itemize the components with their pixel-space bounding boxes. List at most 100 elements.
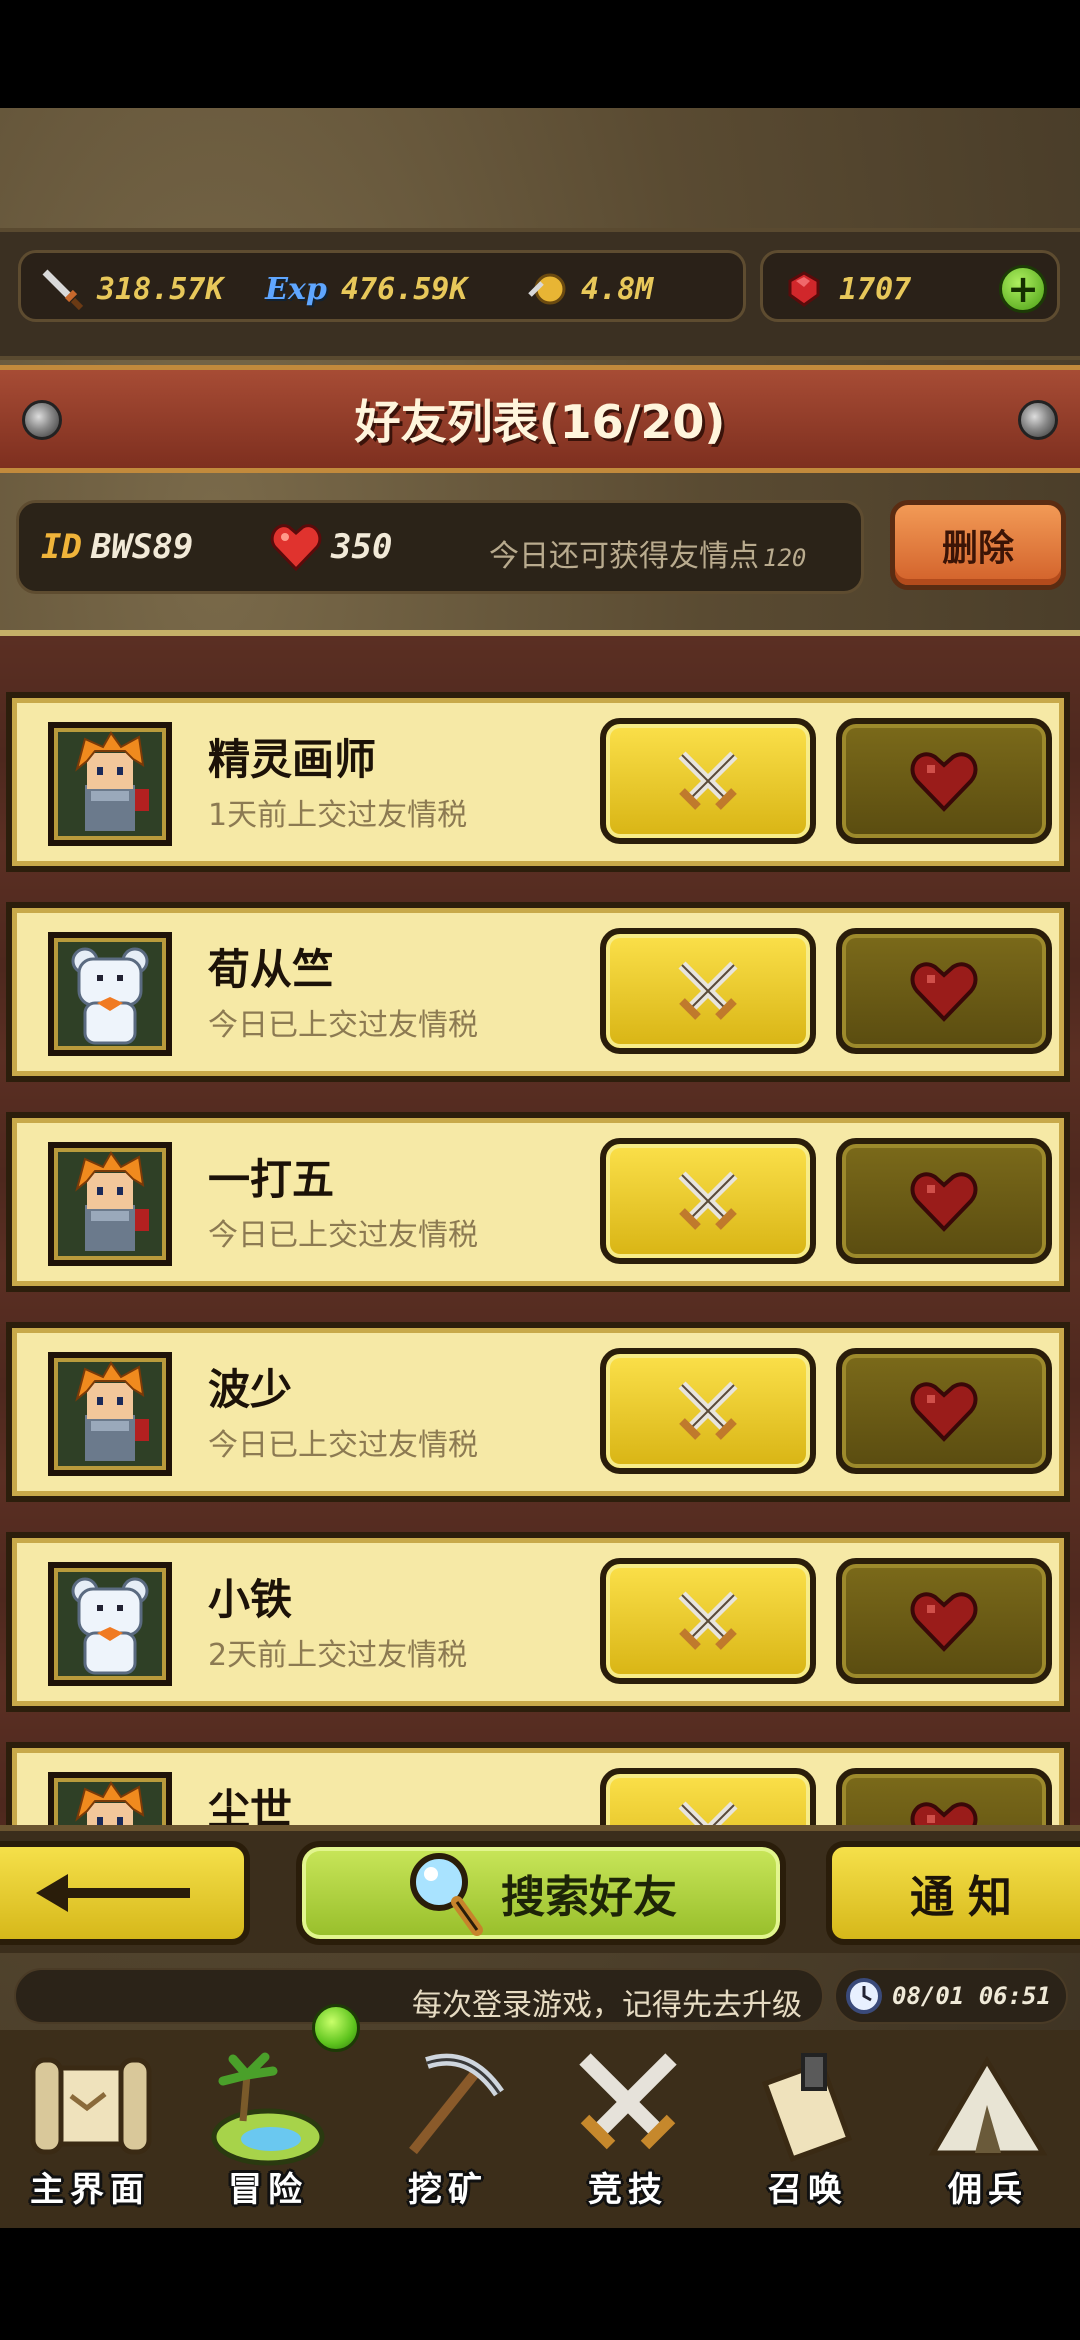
attack-resource: 318.57K <box>37 253 223 325</box>
friendship-points-remaining: 今日还可获得友情点 120 <box>489 531 806 575</box>
battle-button[interactable] <box>600 1138 816 1264</box>
heart-icon <box>269 521 323 577</box>
bear-avatar-icon[interactable] <box>48 932 172 1056</box>
friend-name: 小铁 <box>208 1575 293 1624</box>
friend-row[interactable]: 小铁 2天前上交过友情税 <box>6 1532 1070 1712</box>
friend-row[interactable]: 荀从竺今日已上交过友情税 <box>6 902 1070 1082</box>
crossed-swords-icon <box>678 1171 738 1230</box>
nav-item[interactable]: 冒险 <box>178 2030 358 2228</box>
search-friends-button[interactable]: 搜索好友 <box>296 1841 786 1945</box>
nav-label: 挖矿 <box>408 2170 488 2210</box>
island-icon <box>198 2036 338 2176</box>
gold-value: 4.8M <box>581 271 654 307</box>
crossed-swords-icon <box>678 1381 738 1440</box>
notify-button[interactable]: 通知 <box>826 1841 1080 1945</box>
friend-row[interactable]: 波少今日已上交过友情税 <box>6 1322 1070 1502</box>
nav-label: 佣兵 <box>948 2170 1028 2210</box>
crossed-swords-icon <box>678 751 738 810</box>
gem-resource: 1707 <box>779 253 911 325</box>
resource-bar: 318.57K Exp 476.59K 4.8M 1707 + <box>0 228 1080 360</box>
knight-avatar-icon[interactable] <box>48 722 172 846</box>
rivet-icon <box>1018 400 1058 440</box>
friend-status: 2天前上交过友情税 <box>208 1638 468 1673</box>
exp-icon: Exp <box>261 264 331 314</box>
nav-item[interactable]: 挖矿 <box>358 2030 538 2228</box>
heart-icon <box>910 962 978 1022</box>
crossed-swords-icon <box>678 961 738 1020</box>
exp-icon-label: Exp <box>265 271 327 307</box>
battle-button[interactable] <box>600 1768 816 1830</box>
send-heart-button[interactable] <box>836 1768 1052 1830</box>
bear-avatar-icon[interactable] <box>48 1562 172 1686</box>
send-heart-button[interactable] <box>836 1348 1052 1474</box>
pickaxe-icon <box>378 2036 518 2176</box>
action-bar: 搜索好友 通知 <box>0 1825 1080 1953</box>
back-button[interactable] <box>0 1841 250 1945</box>
attack-value: 318.57K <box>97 271 224 307</box>
friend-list[interactable]: 精灵画师 1天前上交过友情税 荀从竺 今日已上交过友情税 一打五 今日已上交过友情税 波少今… <box>0 630 1080 1830</box>
nav-label: 召唤 <box>768 2170 848 2210</box>
gold-resource: 4.8M <box>521 253 653 325</box>
ruby-gem-icon <box>779 264 829 314</box>
nav-label: 主界面 <box>30 2170 150 2210</box>
player-id: BWS89 <box>91 527 194 567</box>
send-heart-button[interactable] <box>836 718 1052 844</box>
battle-button[interactable] <box>600 718 816 844</box>
player-info-bar: ID BWS89 350 今日还可获得友情点 120 <box>16 500 864 594</box>
send-heart-button[interactable] <box>836 1558 1052 1684</box>
friend-status: 今日已上交过友情税 <box>208 1218 478 1253</box>
clock-text: 08/01 06:51 <box>892 1982 1051 2010</box>
friend-status: 今日已上交过友情税 <box>208 1428 478 1463</box>
heart-icon <box>910 1592 978 1652</box>
clock-icon <box>846 1978 882 2014</box>
resource-pill: 318.57K Exp 476.59K 4.8M <box>18 250 746 322</box>
battle-button[interactable] <box>600 928 816 1054</box>
knight-avatar-icon[interactable] <box>48 1142 172 1266</box>
friend-row[interactable]: 尘世 <box>6 1742 1070 1830</box>
new-badge-icon <box>312 2004 360 2052</box>
title-banner: 好友列表(16/20) <box>0 365 1080 473</box>
battle-button[interactable] <box>600 1558 816 1684</box>
friendship-points-value: 120 <box>763 544 807 572</box>
scroll-map-icon <box>20 2036 160 2176</box>
knight-avatar-icon[interactable] <box>48 1772 172 1830</box>
friend-status: 1天前上交过友情税 <box>208 798 468 833</box>
id-label: ID <box>41 527 82 567</box>
nav-item[interactable]: 召唤 <box>718 2030 898 2228</box>
friend-row[interactable]: 精灵画师 1天前上交过友情税 <box>6 692 1070 872</box>
friend-name: 尘世 <box>208 1785 293 1830</box>
nav-label: 竞技 <box>588 2170 668 2210</box>
heart-icon <box>910 752 978 812</box>
battle-button[interactable] <box>600 1348 816 1474</box>
gold-coin-icon <box>521 264 571 314</box>
friend-name: 波少 <box>208 1365 293 1414</box>
delete-button[interactable]: 删除 <box>890 500 1066 590</box>
crossed-swords-icon <box>678 1591 738 1650</box>
friend-row[interactable]: 一打五 今日已上交过友情税 <box>6 1112 1070 1292</box>
gem-pill: 1707 + <box>760 250 1060 322</box>
magnifier-icon <box>410 1853 483 1936</box>
tent-icon <box>918 2036 1058 2176</box>
nav-item[interactable]: 佣兵 <box>898 2030 1078 2228</box>
nav-item[interactable]: 主界面 <box>0 2030 180 2228</box>
search-friends-label: 搜索好友 <box>501 1872 677 1923</box>
arrow-left-icon <box>36 1874 190 1912</box>
nav-label: 冒险 <box>228 2170 308 2210</box>
exp-value: 476.59K <box>341 271 468 307</box>
bottom-nav: 主界面 冒险 挖矿 竞技 召唤 佣兵 <box>0 2030 1080 2228</box>
nav-item[interactable]: 竞技 <box>538 2030 718 2228</box>
friend-status: 今日已上交过友情税 <box>208 1008 478 1043</box>
send-heart-button[interactable] <box>836 928 1052 1054</box>
home-indicator-area <box>0 2228 1080 2340</box>
knight-avatar-icon[interactable] <box>48 1352 172 1476</box>
add-gems-button[interactable]: + <box>999 265 1047 313</box>
heart-icon <box>910 1172 978 1232</box>
heart-count: 350 <box>331 527 393 567</box>
friend-name: 精灵画师 <box>208 735 377 784</box>
friend-name: 荀从竺 <box>208 945 335 994</box>
clock-display: 08/01 06:51 <box>834 1968 1068 2024</box>
gem-value: 1707 <box>839 271 912 307</box>
send-heart-button[interactable] <box>836 1138 1052 1264</box>
heart-icon <box>910 1382 978 1442</box>
notify-label: 通知 <box>910 1872 1026 1923</box>
